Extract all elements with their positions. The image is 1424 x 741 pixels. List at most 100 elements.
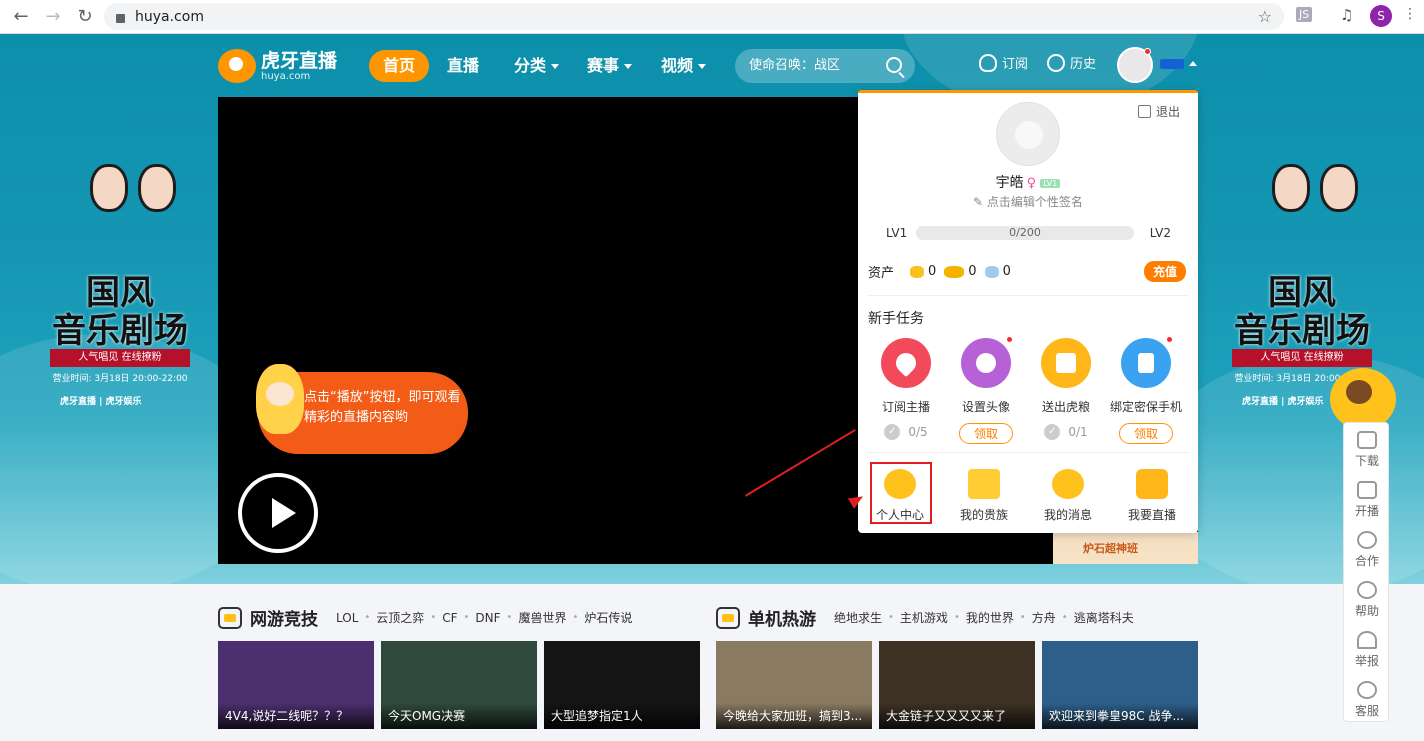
browser-toolbar: ← → ↻ huya.com ☆ JS ♫ S ⋮	[0, 0, 1424, 34]
stream-thumbnail[interactable]: 今天OMG决赛	[381, 641, 537, 729]
sidebar-download[interactable]: 下载	[1344, 423, 1390, 473]
sidebar-help[interactable]: 帮助	[1344, 573, 1390, 623]
site-header: 虎牙直播 huya.com 首页 直播 分类 赛事 视频 使命召唤：战区 订阅 …	[0, 45, 1424, 85]
task-set-avatar[interactable]: 设置头像 领取	[946, 336, 1026, 444]
divider	[868, 295, 1188, 296]
reload-icon[interactable]: ↻	[74, 6, 96, 27]
divider	[868, 452, 1188, 453]
signature-edit[interactable]: ✎ 点击编辑个性签名	[858, 193, 1198, 210]
nav-home[interactable]: 首页	[369, 50, 430, 82]
profile-avatar[interactable]: S	[1370, 5, 1392, 27]
search-input[interactable]: 使命召唤：战区	[735, 49, 915, 83]
poster-title: 国风 音乐剧场	[52, 273, 188, 351]
subscribe-link[interactable]: 订阅	[979, 53, 1028, 72]
logo-subtext: huya.com	[261, 70, 311, 82]
poster-time: 营业时间: 3月18日 20:00-22:00	[52, 374, 188, 384]
level-progress: LV1 0/200 LV2	[886, 226, 1176, 240]
poster-brand: 虎牙直播 | 虎牙娱乐	[1242, 397, 1324, 407]
section-tag[interactable]: DNF	[475, 611, 500, 625]
level-next: LV2	[1149, 226, 1171, 240]
history-link[interactable]: 历史	[1047, 53, 1096, 72]
gift-icon	[1041, 338, 1091, 388]
search-icon[interactable]	[886, 57, 902, 73]
huya-logo-icon	[218, 49, 256, 83]
mascot-girl-icon	[256, 364, 304, 434]
gold-ticket-icon	[944, 265, 965, 278]
panel-avatar[interactable]	[996, 102, 1060, 166]
section-tag[interactable]: 绝地求生	[834, 609, 882, 626]
logout-icon	[1137, 105, 1151, 118]
nav-category[interactable]: 分类	[514, 50, 560, 82]
sidebar-support[interactable]: 客服	[1344, 673, 1390, 723]
claim-button[interactable]: 领取	[1118, 423, 1173, 444]
chevron-down-icon	[698, 64, 707, 69]
smile-face-icon	[961, 336, 1013, 388]
logout-button[interactable]: 退出	[1137, 103, 1180, 120]
headset-icon	[1357, 681, 1377, 699]
my-messages-link[interactable]: 我的消息	[1026, 465, 1110, 523]
camera-icon	[1357, 481, 1377, 499]
left-event-poster[interactable]: 国风 音乐剧场 人气唱见 在线撩粉 营业时间: 3月18日 20:00-22:00…	[40, 144, 200, 464]
nav-live[interactable]: 直播	[447, 50, 479, 82]
female-icon: ♀	[1026, 176, 1037, 191]
user-badge	[1160, 59, 1184, 69]
task-subscribe[interactable]: 订阅主播 ✓ 0/5	[866, 338, 946, 440]
help-icon	[1357, 581, 1377, 599]
lock-icon	[116, 14, 125, 23]
chevron-up-icon[interactable]	[1189, 61, 1197, 66]
stream-thumbnail[interactable]: 今晚给大家加班，搞到3...	[716, 641, 872, 729]
forward-icon[interactable]: →	[42, 6, 64, 27]
sidebar-cooperate[interactable]: 合作	[1344, 523, 1390, 573]
section-tag[interactable]: 逃离塔科夫	[1074, 609, 1134, 626]
tiger-mascot-icon[interactable]	[1330, 368, 1396, 430]
media-control-icon[interactable]: ♫	[1340, 6, 1353, 24]
section-tag[interactable]: 我的世界	[966, 609, 1014, 626]
section-tag[interactable]: 魔兽世界	[518, 609, 566, 626]
section-title: 网游竞技	[250, 610, 318, 630]
right-float-sidebar: 下载 开播 合作 帮助 举报 客服	[1343, 422, 1389, 722]
poster-brand: 虎牙直播 | 虎牙娱乐	[60, 397, 142, 407]
huya-logo[interactable]: 虎牙直播 huya.com	[218, 49, 337, 83]
gamepad-icon	[218, 606, 242, 629]
poster-ribbon: 人气唱见 在线撩粉	[50, 349, 190, 367]
highlight-box	[870, 462, 932, 524]
stream-thumbnail[interactable]: 欢迎来到拳皇98C 战争...	[1042, 641, 1198, 729]
claim-button[interactable]: 领取	[958, 423, 1013, 444]
play-button[interactable]	[238, 473, 318, 553]
handshake-icon	[1357, 531, 1377, 549]
menu-kebab-icon[interactable]: ⋮	[1403, 6, 1417, 22]
nav-events[interactable]: 赛事	[587, 50, 633, 82]
start-streaming-link[interactable]: 我要直播	[1110, 465, 1194, 523]
back-icon[interactable]: ←	[10, 6, 32, 27]
camera-icon	[1136, 469, 1168, 499]
side-promo-card[interactable]: 炉石超神班	[1053, 532, 1198, 564]
task-bind-phone[interactable]: 绑定密保手机 领取	[1106, 336, 1186, 444]
stream-thumbnail[interactable]: 大型追梦指定1人	[544, 641, 700, 729]
sidebar-start-live[interactable]: 开播	[1344, 473, 1390, 523]
sidebar-report[interactable]: 举报	[1344, 623, 1390, 673]
section-tag[interactable]: LOL	[336, 611, 358, 625]
silver-bean-icon	[984, 265, 999, 278]
address-bar[interactable]: huya.com ☆	[104, 3, 1284, 30]
section-tag[interactable]: 云顶之弈	[376, 609, 424, 626]
section-online-games: 网游竞技 LOL • 云顶之弈 • CF • DNF • 魔兽世界 • 炉石传说	[218, 605, 638, 630]
stream-thumbnail[interactable]: 大金链子又又又又来了	[879, 641, 1035, 729]
bookmark-star-icon[interactable]: ☆	[1258, 7, 1272, 26]
gold-bean-icon	[910, 265, 925, 278]
phone-icon	[1121, 336, 1173, 388]
section-tag[interactable]: 炉石传说	[584, 609, 632, 626]
search-placeholder: 使命召唤：战区	[749, 58, 841, 73]
recharge-button[interactable]: 充值	[1143, 261, 1186, 282]
section-title: 单机热游	[748, 610, 816, 630]
chat-bubble-icon	[1052, 469, 1084, 499]
level-current: LV1	[886, 226, 908, 240]
my-nobility-link[interactable]: 我的贵族	[942, 465, 1026, 523]
task-send-food[interactable]: 送出虎粮 ✓ 0/1	[1026, 338, 1106, 440]
stream-thumbnail[interactable]: 4V4,说好二线呢？？？	[218, 641, 374, 729]
nav-video[interactable]: 视频	[661, 50, 707, 82]
js-extension-icon[interactable]: JS	[1296, 7, 1313, 22]
section-tag[interactable]: 主机游戏	[900, 609, 948, 626]
section-tag[interactable]: 方舟	[1032, 609, 1056, 626]
level-badge: LV1	[1040, 178, 1061, 188]
section-tag[interactable]: CF	[442, 611, 457, 625]
